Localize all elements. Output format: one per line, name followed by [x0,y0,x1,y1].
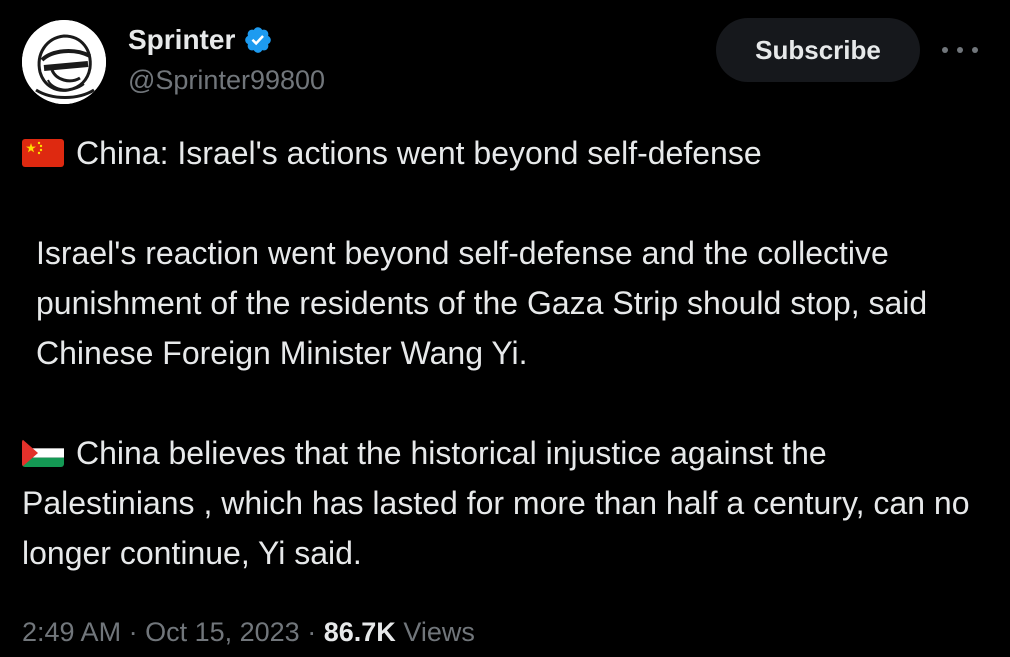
tweet-text: China: Israel's actions went beyond self… [22,128,987,578]
author-display-name[interactable]: Sprinter [128,22,235,58]
meta-separator: · [307,617,317,647]
tweet-timestamp-date[interactable]: Oct 15, 2023 [145,617,300,647]
more-horizontal-icon[interactable] [942,40,978,60]
tweet-paragraph-1: Israel's reaction went beyond self-defen… [36,235,928,371]
more-dot [957,47,963,53]
author-handle[interactable]: @Sprinter99800 [128,62,325,98]
tweet-headline-paragraph: China: Israel's actions went beyond self… [22,128,987,178]
tweet-paragraph-2-container: China believes that the historical injus… [22,428,987,578]
tweet-timestamp-time[interactable]: 2:49 AM [22,617,121,647]
more-dot [942,47,948,53]
tweet-meta: 2:49 AM · Oct 15, 2023 · 86.7K Views [22,614,475,650]
masked-face-sketch-icon [22,20,106,104]
tweet-paragraph-2: China believes that the historical injus… [22,435,970,571]
meta-separator: · [128,617,138,647]
avatar[interactable] [22,20,106,104]
more-dot [972,47,978,53]
views-label: Views [403,617,475,647]
china-flag-icon [22,139,64,167]
author-name-row[interactable]: Sprinter [128,22,273,58]
palestine-flag-icon [22,439,64,467]
tweet-headline: China: Israel's actions went beyond self… [76,135,762,171]
subscribe-button[interactable]: Subscribe [716,18,920,82]
verified-badge-icon [245,27,272,53]
views-count: 86.7K [323,617,396,647]
